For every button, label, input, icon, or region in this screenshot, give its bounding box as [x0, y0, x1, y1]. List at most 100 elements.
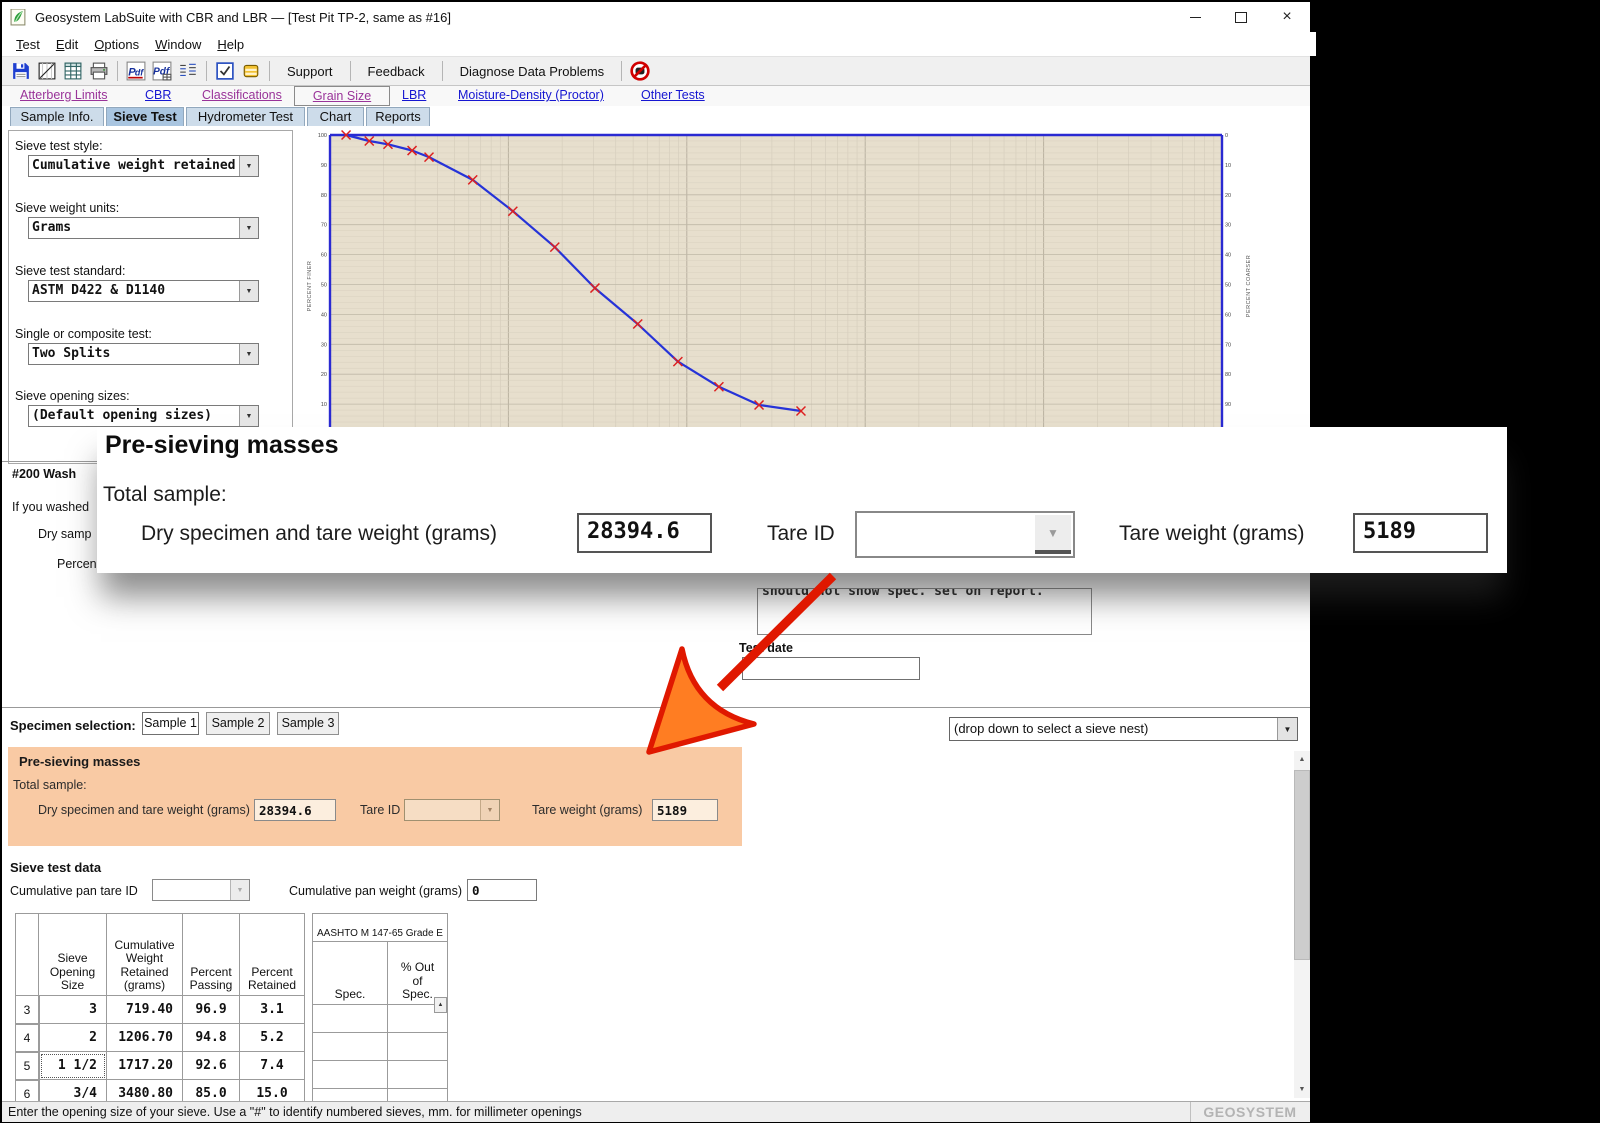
callout-total-sample-label: Total sample:	[103, 483, 227, 507]
block-phone-button[interactable]	[627, 59, 653, 83]
chevron-down-icon[interactable]: ▼	[239, 156, 258, 176]
sieve-test-style-dropdown[interactable]: Cumulative weight retained ▼	[28, 155, 259, 177]
pan-weight-input[interactable]: 0	[467, 879, 537, 901]
tab-chart[interactable]: Chart	[307, 107, 364, 126]
single-composite-dropdown[interactable]: Two Splits ▼	[28, 343, 259, 365]
nav-link-lbr[interactable]: LBR	[402, 88, 426, 102]
graph-view-button[interactable]	[34, 59, 60, 83]
tab-sample-info[interactable]: Sample Info.	[10, 107, 104, 126]
grid-cell-opening-size[interactable]: 1 1/2	[39, 1052, 107, 1080]
svg-text:90: 90	[1225, 402, 1231, 408]
row-number[interactable]: 3	[16, 996, 39, 1024]
grid-cell-spec[interactable]	[313, 1005, 388, 1033]
spec-group-header: AASHTO M 147-65 Grade E	[313, 914, 448, 942]
nav-link-atterberg-limits[interactable]: Atterberg Limits	[20, 88, 108, 102]
vertical-scrollbar[interactable]: ▲ ▼	[1294, 751, 1310, 1098]
row-number[interactable]: 5	[16, 1052, 39, 1080]
row-number[interactable]: 4	[16, 1024, 39, 1052]
specimen-selection-label: Specimen selection:	[10, 718, 136, 733]
sieve-test-standard-dropdown[interactable]: ASTM D422 & D1140 ▼	[28, 280, 259, 302]
callout-tare-weight-label: Tare weight (grams)	[1119, 522, 1305, 546]
menu-item-window[interactable]: Window	[147, 35, 209, 54]
pdf-icon: P df	[126, 61, 146, 81]
tare-id-dropdown[interactable]: ▼	[404, 799, 500, 821]
chevron-down-icon[interactable]: ▼	[239, 406, 258, 426]
support-button[interactable]: Support	[275, 64, 345, 79]
out-of-spec-col-header: % Out of Spec.	[388, 942, 448, 1005]
tab-sieve-test[interactable]: Sieve Test	[106, 107, 184, 126]
grid-cell-weight-retained[interactable]: 1206.70	[107, 1024, 183, 1052]
nav-link-moisture-density[interactable]: Moisture-Density (Proctor)	[458, 88, 604, 102]
tab-sample-3[interactable]: Sample 3	[277, 712, 339, 735]
grid-cell-percent-passing[interactable]: 96.9	[183, 996, 240, 1024]
sieve-test-style-label: Sieve test style:	[15, 139, 103, 153]
grid-cell-opening-size[interactable]: 2	[39, 1024, 107, 1052]
export-pdf-button[interactable]: P df	[123, 59, 149, 83]
scrollbar-thumb[interactable]	[1294, 770, 1310, 960]
close-button[interactable]: ×	[1264, 2, 1310, 32]
total-sample-label: Total sample:	[13, 778, 87, 792]
svg-text:40: 40	[1225, 253, 1231, 259]
data-check-button[interactable]	[212, 59, 238, 83]
grid-cell-percent-passing[interactable]: 92.6	[183, 1052, 240, 1080]
grid-cell-weight-retained[interactable]: 1717.20	[107, 1052, 183, 1080]
grid-cell-weight-retained[interactable]: 719.40	[107, 996, 183, 1024]
scroll-down-icon[interactable]: ▼	[1294, 1081, 1310, 1097]
svg-text:60: 60	[1225, 312, 1231, 318]
grid-cell-opening-size[interactable]: 3	[39, 996, 107, 1024]
grid-cell-percent-retained[interactable]: 7.4	[240, 1052, 305, 1080]
callout-dry-weight-input[interactable]: 28394.6	[577, 513, 712, 553]
nav-link-grain-size[interactable]: Grain Size	[313, 89, 371, 103]
toolbar-separator	[621, 61, 622, 81]
menu-item-test[interactable]: Test	[8, 35, 48, 54]
chevron-down-icon[interactable]: ▼	[1277, 718, 1297, 740]
sieve-nest-dropdown[interactable]: (drop down to select a sieve nest) ▼	[949, 717, 1298, 741]
grid-cell-percent-passing[interactable]: 94.8	[183, 1024, 240, 1052]
tab-sample-2[interactable]: Sample 2	[206, 712, 270, 735]
pan-tare-dropdown[interactable]: ▼	[152, 879, 250, 901]
dry-weight-input[interactable]: 28394.6	[254, 799, 336, 821]
chevron-down-icon[interactable]: ▼	[239, 344, 258, 364]
grid-cell-out-of-spec[interactable]	[388, 1033, 448, 1061]
grid-cell-percent-retained[interactable]: 3.1	[240, 996, 305, 1024]
save-button[interactable]	[8, 59, 34, 83]
nav-link-other-tests[interactable]: Other Tests	[641, 88, 705, 102]
svg-text:30: 30	[1225, 223, 1231, 229]
grid-cell-percent-retained[interactable]: 5.2	[240, 1024, 305, 1052]
pan-weight-label: Cumulative pan weight (grams)	[289, 884, 462, 898]
menu-item-edit[interactable]: Edit	[48, 35, 86, 54]
tare-weight-input[interactable]: 5189	[652, 799, 718, 821]
callout-tare-id-dropdown[interactable]: ▼	[855, 511, 1075, 558]
export-pdf-table-button[interactable]: Pdf	[149, 59, 175, 83]
chevron-down-icon[interactable]: ▼	[239, 218, 258, 238]
maximize-button[interactable]	[1218, 2, 1264, 32]
feedback-button[interactable]: Feedback	[356, 64, 437, 79]
database-button[interactable]	[238, 59, 264, 83]
grid-cell-out-of-spec[interactable]	[388, 1061, 448, 1089]
chevron-down-icon[interactable]: ▼	[239, 281, 258, 301]
svg-text:20: 20	[1225, 193, 1231, 199]
sieve-weight-units-dropdown[interactable]: Grams ▼	[28, 217, 259, 239]
callout-tare-weight-input[interactable]: 5189	[1353, 513, 1488, 553]
presieving-heading: Pre-sieving masses	[19, 754, 140, 769]
menu-item-help[interactable]: Help	[209, 35, 252, 54]
sieve-opening-sizes-dropdown[interactable]: (Default opening sizes) ▼	[28, 405, 259, 427]
svg-text:80: 80	[321, 193, 327, 199]
grid-cell-spec[interactable]	[313, 1061, 388, 1089]
spec-table-scroll-up[interactable]: ▲	[434, 997, 447, 1013]
minimize-button[interactable]	[1172, 2, 1218, 32]
scroll-up-icon[interactable]: ▲	[1294, 751, 1310, 767]
tab-sample-1[interactable]: Sample 1	[142, 712, 199, 735]
callout-dry-weight-label: Dry specimen and tare weight (grams)	[141, 522, 497, 546]
menu-item-options[interactable]: Options	[86, 35, 147, 54]
grid-cell-spec[interactable]	[313, 1033, 388, 1061]
svg-text:20: 20	[321, 372, 327, 378]
spreadsheet-view-button[interactable]	[60, 59, 86, 83]
tab-hydrometer-test[interactable]: Hydrometer Test	[186, 107, 305, 126]
diagnose-data-problems-button[interactable]: Diagnose Data Problems	[448, 64, 617, 79]
tab-reports[interactable]: Reports	[366, 107, 430, 126]
print-button[interactable]	[86, 59, 112, 83]
nav-link-classifications[interactable]: Classifications	[202, 88, 282, 102]
nav-link-cbr[interactable]: CBR	[145, 88, 171, 102]
column-layout-button[interactable]	[175, 59, 201, 83]
